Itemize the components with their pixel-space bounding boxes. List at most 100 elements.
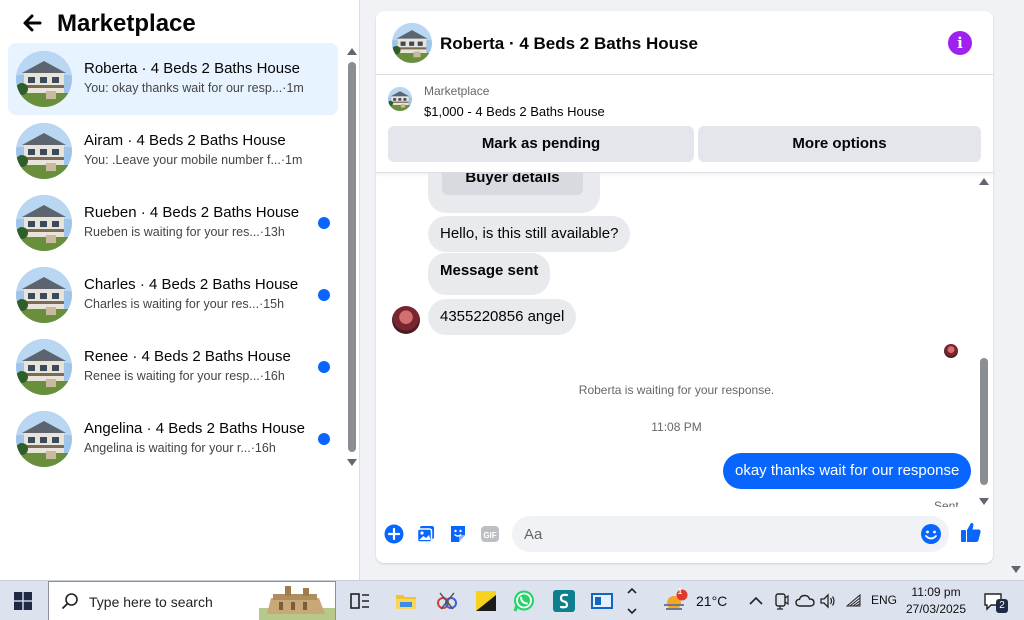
search-highlight-illustration-icon <box>259 586 335 620</box>
incoming-message: Message sent <box>428 253 551 295</box>
listing-summary: Marketplace $1,000 - 4 Beds 2 Baths Hous… <box>376 75 993 173</box>
scroll-up-icon[interactable] <box>979 178 989 185</box>
listing-price-title[interactable]: $1,000 - 4 Beds 2 Baths House <box>424 104 605 119</box>
clock-time: 11:09 pm <box>911 585 961 599</box>
chat-title[interactable]: Roberta · 4 Beds 2 Baths House <box>440 34 698 54</box>
page-scroll-down-icon[interactable] <box>1011 566 1021 573</box>
onedrive-cloud-icon[interactable] <box>795 593 815 609</box>
scrollbar-thumb[interactable] <box>348 62 356 452</box>
tray-chevron-up-icon[interactable] <box>749 594 763 608</box>
conversation-item[interactable]: Roberta · 4 Beds 2 Baths House You: okay… <box>8 43 338 115</box>
conversation-list-panel: Marketplace Roberta · 4 Beds 2 Baths Hou… <box>0 0 360 580</box>
file-explorer-icon[interactable] <box>394 589 418 613</box>
more-options-button[interactable]: More options <box>698 126 981 162</box>
sender-avatar[interactable] <box>392 306 420 334</box>
task-view-icon[interactable] <box>348 589 372 613</box>
back-arrow-icon[interactable] <box>18 8 48 38</box>
listing-thumbnail <box>16 411 72 467</box>
photo-icon[interactable] <box>416 524 436 544</box>
buyer-details-card: Buyer details <box>428 173 600 213</box>
thumbs-up-icon[interactable] <box>960 521 982 543</box>
conversation-preview: Rueben is waiting for your res... · 13h <box>84 225 285 239</box>
read-receipt-avatar <box>944 344 958 358</box>
conversation-preview: You: .Leave your mobile number f... · 1m <box>84 153 303 167</box>
conversation-item[interactable]: Airam · 4 Beds 2 Baths House You: .Leave… <box>8 115 338 187</box>
search-icon <box>61 593 78 610</box>
whatsapp-icon[interactable] <box>512 589 536 613</box>
sent-status: Sent <box>934 499 959 507</box>
chat-window: Roberta · 4 Beds 2 Baths House i Marketp… <box>376 11 993 563</box>
message-composer: GIF Aa <box>376 507 993 563</box>
conversation-preview: Angelina is waiting for your r... · 16h <box>84 441 276 455</box>
message-timestamp: 11:08 PM <box>651 420 702 434</box>
scroll-up-icon[interactable] <box>347 48 357 55</box>
conversation-list: Roberta · 4 Beds 2 Baths House You: okay… <box>8 43 338 475</box>
conversation-list-scrollbar[interactable] <box>345 44 359 470</box>
language-indicator[interactable]: ENG <box>871 593 897 607</box>
conversation-title: Roberta · 4 Beds 2 Baths House <box>84 60 300 77</box>
chat-header: Roberta · 4 Beds 2 Baths House i <box>376 11 993 75</box>
sticky-notes-icon[interactable] <box>474 589 498 613</box>
conversation-item[interactable]: Charles · 4 Beds 2 Baths House Charles i… <box>8 259 338 331</box>
search-placeholder: Type here to search <box>89 594 213 610</box>
listing-thumbnail[interactable] <box>392 23 432 63</box>
waiting-note: Roberta is waiting for your response. <box>578 383 775 397</box>
listing-thumbnail[interactable] <box>388 87 412 111</box>
conversation-title: Rueben · 4 Beds 2 Baths House <box>84 204 300 221</box>
conversation-preview: Charles is waiting for your res... · 15h <box>84 297 285 311</box>
conversation-title: Renee · 4 Beds 2 Baths House <box>84 348 291 365</box>
listing-thumbnail <box>16 123 72 179</box>
taskbar-overflow-chevrons-icon[interactable] <box>626 585 638 617</box>
scrollbar-thumb[interactable] <box>980 358 988 485</box>
remote-desktop-icon[interactable] <box>590 589 614 613</box>
listing-thumbnail <box>16 339 72 395</box>
conversation-title: Airam · 4 Beds 2 Baths House <box>84 132 286 149</box>
listing-source: Marketplace <box>424 84 490 98</box>
mark-as-pending-button[interactable]: Mark as pending <box>388 126 694 162</box>
system-clock[interactable]: 11:09 pm 27/03/2025 <box>900 584 972 618</box>
windows-taskbar: Type here to search 1 21°C ENG 11:09 pm … <box>0 580 1024 620</box>
message-input-placeholder: Aa <box>524 526 543 543</box>
message-thread: Buyer details Hello, is this still avail… <box>376 173 993 507</box>
plus-icon[interactable] <box>384 524 404 544</box>
incoming-message: 4355220856 angel <box>428 299 577 335</box>
unread-dot <box>318 289 330 301</box>
conversation-item[interactable]: Renee · 4 Beds 2 Baths House Renee is wa… <box>8 331 338 403</box>
meet-now-icon[interactable] <box>773 592 789 610</box>
unread-dot <box>318 361 330 373</box>
volume-icon[interactable] <box>820 593 836 609</box>
message-scrollbar[interactable] <box>977 173 991 507</box>
scroll-down-icon[interactable] <box>979 498 989 505</box>
listing-thumbnail <box>16 51 72 107</box>
snipping-tool-icon[interactable] <box>435 589 459 613</box>
message-input[interactable]: Aa <box>512 516 949 552</box>
unread-dot <box>318 433 330 445</box>
emoji-icon[interactable] <box>920 523 942 545</box>
panel-header: Marketplace <box>0 0 360 44</box>
conversation-item[interactable]: Angelina · 4 Beds 2 Baths House Angelina… <box>8 403 338 475</box>
notification-badge: 2 <box>996 599 1008 613</box>
listing-thumbnail <box>16 267 72 323</box>
weather-temperature[interactable]: 21°C <box>696 593 727 609</box>
wifi-icon[interactable] <box>846 593 862 609</box>
weather-badge: 1 <box>677 587 683 596</box>
conversation-title: Angelina · 4 Beds 2 Baths House <box>84 420 305 437</box>
gif-icon[interactable]: GIF <box>480 524 500 544</box>
info-icon[interactable]: i <box>948 31 972 55</box>
conversation-item[interactable]: Rueben · 4 Beds 2 Baths House Rueben is … <box>8 187 338 259</box>
conversation-preview: You: okay thanks wait for our resp... · … <box>84 81 304 95</box>
svg-text:GIF: GIF <box>483 531 496 540</box>
taskbar-search-box[interactable]: Type here to search <box>48 581 336 620</box>
buyer-details-button[interactable]: Buyer details <box>442 173 583 195</box>
listing-thumbnail <box>16 195 72 251</box>
incoming-message: Hello, is this still available? <box>428 216 631 252</box>
sticker-icon[interactable] <box>448 524 468 544</box>
scroll-down-icon[interactable] <box>347 459 357 466</box>
outgoing-message: okay thanks wait for our response <box>723 453 972 489</box>
sway-icon[interactable] <box>552 589 576 613</box>
windows-start-icon[interactable] <box>14 592 32 610</box>
page-title: Marketplace <box>57 10 196 37</box>
unread-dot <box>318 217 330 229</box>
conversation-preview: Renee is waiting for your resp... · 16h <box>84 369 285 383</box>
clock-date: 27/03/2025 <box>905 602 967 616</box>
